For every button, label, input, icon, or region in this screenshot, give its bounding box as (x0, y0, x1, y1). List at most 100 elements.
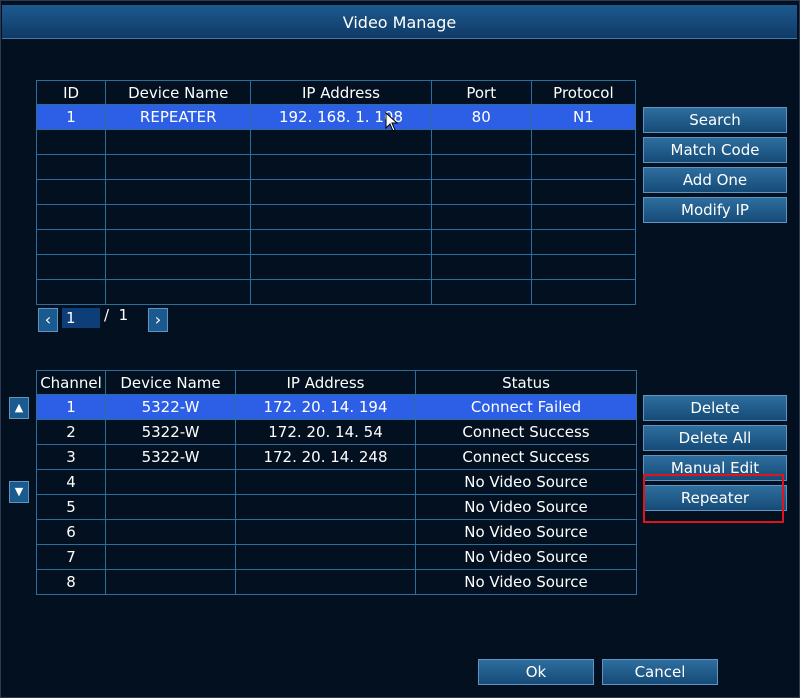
column-header-device-name: Device Name (105, 80, 252, 105)
cell-device-name (105, 229, 252, 255)
cell-channel: 3 (36, 444, 106, 470)
cell-status: No Video Source (415, 569, 637, 595)
chevron-right-icon: › (154, 310, 162, 329)
page-total: / 1 (104, 306, 128, 324)
cell-ip-address (250, 254, 432, 280)
title-bar: Video Manage (2, 5, 797, 39)
column-header-device-name: Device Name (105, 370, 236, 395)
cell-device-name (105, 544, 236, 570)
move-up-button[interactable]: ▲ (9, 397, 29, 419)
table-row[interactable]: 1 REPEATER 192. 168. 1. 108 80 N1 (35, 104, 637, 130)
page-number-input[interactable]: 1 (62, 308, 100, 328)
match-code-button[interactable]: Match Code (643, 137, 787, 163)
page-total-value: 1 (118, 306, 129, 324)
cell-device-name (105, 469, 236, 495)
cell-status: No Video Source (415, 544, 637, 570)
cell-device-name (105, 254, 252, 280)
table-row[interactable]: 3 5322-W 172. 20. 14. 248 Connect Success (36, 444, 637, 470)
highlight-box (643, 474, 784, 523)
cell-ip-address: 172. 20. 14. 194 (235, 394, 416, 420)
column-header-channel: Channel (36, 370, 106, 395)
cell-status: No Video Source (415, 519, 637, 545)
cell-channel: 8 (36, 569, 106, 595)
cell-protocol (530, 154, 637, 180)
table-row[interactable]: 4 No Video Source (36, 469, 637, 495)
delete-all-button[interactable]: Delete All (643, 425, 787, 451)
table-row[interactable]: 8 No Video Source (36, 569, 637, 595)
cell-protocol (530, 179, 637, 205)
cell-status: Connect Success (415, 444, 637, 470)
cell-ip-address (250, 229, 432, 255)
cell-port: 80 (430, 104, 532, 130)
table-header-row: Channel Device Name IP Address Status (36, 370, 637, 395)
column-header-ip-address: IP Address (250, 80, 432, 105)
cell-device-name (105, 129, 252, 155)
cell-ip-address (250, 129, 432, 155)
window-title: Video Manage (342, 13, 457, 32)
cell-device-name (105, 569, 236, 595)
cell-id (35, 179, 107, 205)
cell-channel: 4 (36, 469, 106, 495)
column-header-port: Port (430, 80, 532, 105)
cell-id (35, 229, 107, 255)
cell-port (430, 129, 532, 155)
cell-ip-address (250, 154, 432, 180)
table-row[interactable] (35, 129, 637, 155)
table-row[interactable]: 1 5322-W 172. 20. 14. 194 Connect Failed (36, 394, 637, 420)
cell-ip-address (250, 179, 432, 205)
cell-protocol (530, 129, 637, 155)
cell-ip-address (250, 279, 432, 305)
cell-status: No Video Source (415, 469, 637, 495)
cell-ip-address: 172. 20. 14. 54 (235, 419, 416, 445)
ok-button[interactable]: Ok (478, 659, 594, 685)
prev-page-button[interactable]: ‹ (38, 308, 58, 332)
cell-id (35, 204, 107, 230)
table-row[interactable]: 2 5322-W 172. 20. 14. 54 Connect Success (36, 419, 637, 445)
cell-channel: 6 (36, 519, 106, 545)
table-row[interactable] (35, 154, 637, 180)
chevron-left-icon: ‹ (44, 310, 52, 329)
cell-port (430, 154, 532, 180)
cell-device-name: 5322-W (105, 419, 236, 445)
column-header-status: Status (415, 370, 637, 395)
table-row[interactable]: 5 No Video Source (36, 494, 637, 520)
cell-device-name (105, 279, 252, 305)
cell-ip-address (250, 204, 432, 230)
cell-id (35, 129, 107, 155)
modify-ip-button[interactable]: Modify IP (643, 197, 787, 223)
next-page-button[interactable]: › (148, 308, 168, 332)
add-one-button[interactable]: Add One (643, 167, 787, 193)
table-row[interactable] (35, 279, 637, 305)
triangle-up-icon: ▲ (14, 401, 24, 414)
cell-id: 1 (35, 104, 107, 130)
cell-protocol: N1 (530, 104, 637, 130)
table-row[interactable]: 6 No Video Source (36, 519, 637, 545)
cell-ip-address: 192. 168. 1. 108 (250, 104, 432, 130)
table-row[interactable] (35, 229, 637, 255)
cell-protocol (530, 204, 637, 230)
cell-id (35, 254, 107, 280)
cell-ip-address (235, 469, 416, 495)
delete-button[interactable]: Delete (643, 395, 787, 421)
table-row[interactable] (35, 204, 637, 230)
cell-channel: 7 (36, 544, 106, 570)
cell-device-name: REPEATER (105, 104, 252, 130)
cell-protocol (530, 229, 637, 255)
table-row[interactable] (35, 254, 637, 280)
table-header-row: ID Device Name IP Address Port Protocol (35, 80, 637, 105)
cell-ip-address (235, 519, 416, 545)
cell-device-name (105, 154, 252, 180)
cancel-button[interactable]: Cancel (602, 659, 718, 685)
cell-device-name (105, 204, 252, 230)
cell-device-name: 5322-W (105, 394, 236, 420)
cell-protocol (530, 254, 637, 280)
cell-channel: 5 (36, 494, 106, 520)
move-down-button[interactable]: ▼ (9, 481, 29, 503)
column-header-id: ID (35, 80, 107, 105)
cell-id (35, 154, 107, 180)
table-row[interactable]: 7 No Video Source (36, 544, 637, 570)
search-button[interactable]: Search (643, 107, 787, 133)
cell-port (430, 279, 532, 305)
cell-protocol (530, 279, 637, 305)
table-row[interactable] (35, 179, 637, 205)
